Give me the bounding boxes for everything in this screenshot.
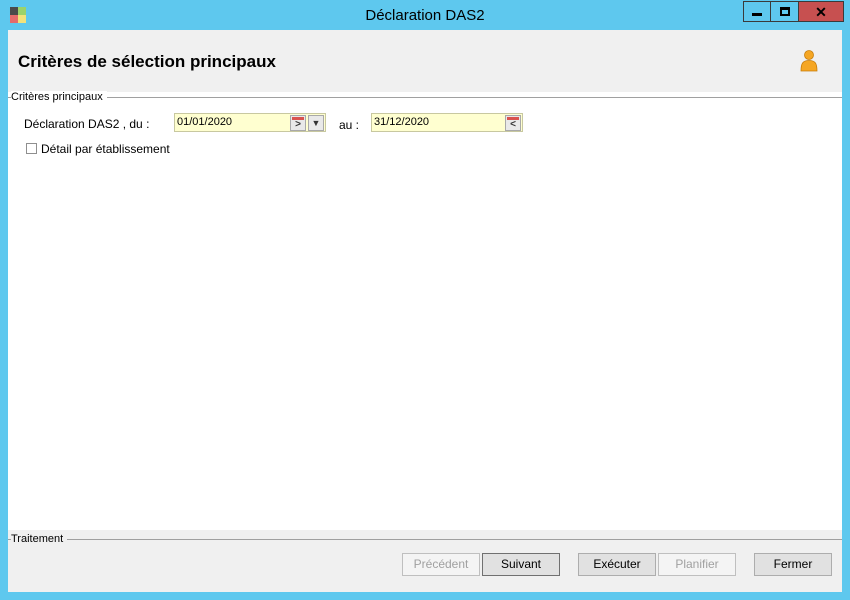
window: Déclaration DAS2 ✕ Critères de sélection… <box>0 0 850 600</box>
footer-panel: Traitement Précédent Suivant Exécuter Pl… <box>8 530 842 592</box>
user-icon[interactable] <box>800 50 818 72</box>
window-title: Déclaration DAS2 <box>365 7 485 24</box>
treatment-group-divider <box>8 539 842 540</box>
calendar-icon <box>507 117 519 120</box>
from-date-dropdown-button[interactable]: ▼ <box>308 115 324 131</box>
to-date-calendar-button[interactable]: < <box>505 115 521 131</box>
execute-button[interactable]: Exécuter <box>578 553 656 576</box>
chevron-down-icon: ▼ <box>311 117 321 128</box>
dialog-body: Critères de sélection principaux Critère… <box>8 30 842 592</box>
close-dialog-button[interactable]: Fermer <box>754 553 832 576</box>
page-header: Critères de sélection principaux <box>8 30 842 92</box>
next-button[interactable]: Suivant <box>482 553 560 576</box>
page-title: Critères de sélection principaux <box>18 52 276 71</box>
from-date-calendar-button[interactable]: > <box>290 115 306 131</box>
to-date-value: 31/12/2020 <box>374 116 430 128</box>
criteria-group-label: Critères principaux <box>11 91 107 103</box>
treatment-group-label: Traitement <box>11 533 68 545</box>
to-date-input[interactable]: 31/12/2020 <box>371 113 523 132</box>
close-button[interactable]: ✕ <box>799 1 844 22</box>
detail-by-establishment-label: Détail par établissement <box>41 142 170 156</box>
from-date-label: Déclaration DAS2 , du : <box>24 117 150 131</box>
detail-by-establishment-checkbox[interactable] <box>26 143 37 154</box>
previous-button[interactable]: Précédent <box>402 553 480 576</box>
criteria-group-divider <box>8 97 842 98</box>
arrow-left-icon: < <box>510 118 516 130</box>
schedule-button[interactable]: Planifier <box>658 553 736 576</box>
close-icon: ✕ <box>815 3 827 20</box>
arrow-right-icon: > <box>295 118 301 130</box>
minimize-button[interactable] <box>743 1 771 22</box>
title-bar[interactable]: Déclaration DAS2 ✕ <box>0 0 850 30</box>
from-date-value: 01/01/2020 <box>177 116 233 128</box>
calendar-icon <box>292 117 304 120</box>
minimize-icon <box>752 13 762 16</box>
to-date-label: au : <box>339 118 360 132</box>
maximize-icon <box>779 7 790 16</box>
maximize-button[interactable] <box>771 1 799 22</box>
